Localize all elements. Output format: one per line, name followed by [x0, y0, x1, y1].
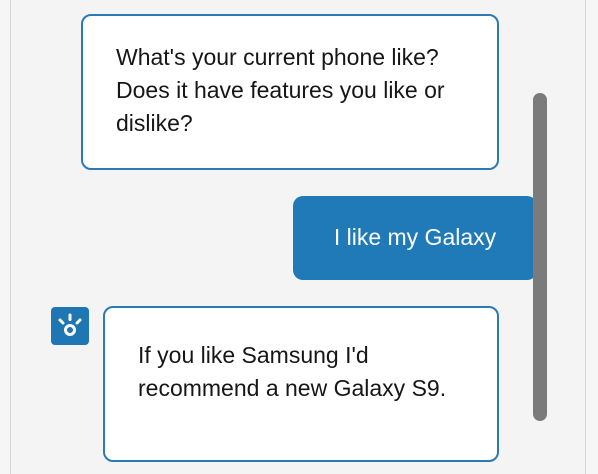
- user-message-text: I like my Galaxy: [333, 223, 497, 250]
- bot-message-text: If you like Samsung I'd recommend a new …: [138, 342, 447, 401]
- bot-avatar: [51, 307, 89, 345]
- bot-message: What's your current phone like? Does it …: [81, 14, 499, 170]
- bot-logo-icon: [58, 313, 82, 336]
- bot-message: If you like Samsung I'd recommend a new …: [103, 306, 499, 462]
- bot-message-text: What's your current phone like? Does it …: [116, 44, 445, 136]
- user-message: I like my Galaxy: [293, 196, 537, 280]
- scrollbar-thumb[interactable]: [533, 93, 547, 421]
- chat-panel: What's your current phone like? Does it …: [10, 0, 586, 474]
